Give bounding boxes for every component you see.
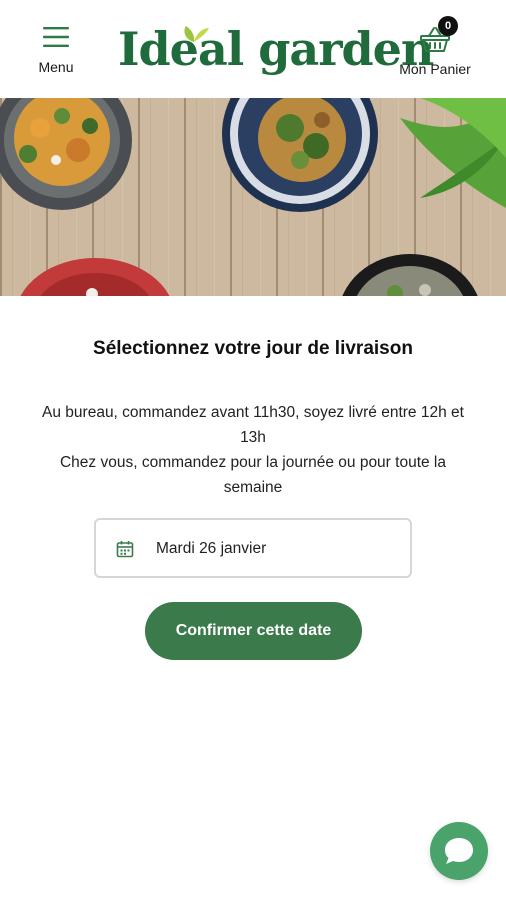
chat-bubble-icon [445,838,473,864]
delivery-info: Au bureau, commandez avant 11h30, soyez … [30,400,476,500]
hero-image [0,98,506,296]
menu-label: Menu [38,59,74,75]
office-delivery-text: Au bureau, commandez avant 11h30, soyez … [42,404,464,446]
calendar-icon [116,541,134,558]
leaf-icon [184,26,209,42]
header: Menu Ideal garden 0 Mon Panier [0,0,506,98]
menu-button[interactable]: Menu [28,26,84,82]
cart-count-badge: 0 [438,16,458,36]
cart-label: Mon Panier [399,61,471,77]
chat-button[interactable] [430,822,488,880]
home-delivery-text: Chez vous, commandez pour la journée ou … [59,454,446,496]
hero-illustration [0,98,506,296]
page-title: Sélectionnez votre jour de livraison [93,338,413,359]
delivery-date-picker[interactable]: Mardi 26 janvier [94,518,412,578]
hamburger-menu-icon [43,27,69,47]
logo[interactable]: Ideal garden [118,18,434,80]
selected-date: Mardi 26 janvier [156,540,267,557]
logo-text: Ideal garden [118,22,434,76]
cart-button[interactable]: 0 Mon Panier [390,14,480,80]
confirm-date-button[interactable]: Confirmer cette date [145,602,362,660]
